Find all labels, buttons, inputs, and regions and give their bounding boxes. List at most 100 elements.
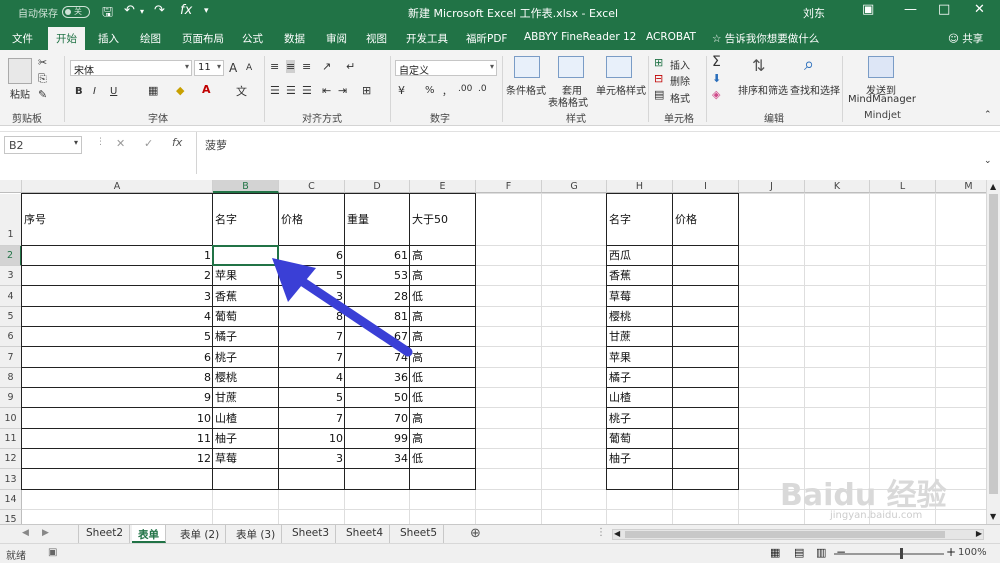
cell-flag[interactable]: 高 xyxy=(410,307,476,327)
sort-filter-label[interactable]: 排序和筛选 xyxy=(738,82,788,97)
increase-indent-icon[interactable]: ⇥ xyxy=(338,84,347,97)
cell-seq[interactable]: 1 xyxy=(22,246,213,266)
paste-label[interactable]: 粘贴 xyxy=(10,86,30,101)
cell-name[interactable]: 桃子 xyxy=(213,347,279,368)
cell-seq[interactable]: 10 xyxy=(22,408,213,429)
row-header-11[interactable]: 11 xyxy=(0,429,22,449)
number-format-select[interactable]: 自定义 ▾ xyxy=(395,60,497,77)
cell-seq[interactable]: 11 xyxy=(22,429,213,449)
lookup-cell-name[interactable]: 樱桃 xyxy=(607,307,673,327)
column-header-e[interactable]: E xyxy=(410,180,476,193)
cell-name[interactable]: 橘子 xyxy=(213,327,279,347)
page-layout-view-icon[interactable]: ▤ xyxy=(794,546,804,559)
row-header-15[interactable]: 15 xyxy=(0,510,22,524)
cell-name[interactable]: 山楂 xyxy=(213,408,279,429)
lookup-cell-name[interactable]: 香蕉 xyxy=(607,266,673,286)
cell-styles-icon[interactable] xyxy=(606,56,632,78)
cell-weight[interactable]: 34 xyxy=(345,449,410,469)
expand-formula-icon[interactable]: ⌄ xyxy=(984,156,992,166)
find-select-label[interactable]: 查找和选择 xyxy=(790,82,840,97)
currency-icon[interactable]: ¥ xyxy=(398,84,405,97)
row-header-14[interactable]: 14 xyxy=(0,490,22,510)
formula-input[interactable]: 菠萝 xyxy=(196,132,996,174)
format-cells-icon[interactable]: ▤ xyxy=(654,88,664,101)
scroll-right-icon[interactable]: ▶ xyxy=(976,529,982,538)
fill-handle[interactable] xyxy=(275,262,280,267)
decrease-indent-icon[interactable]: ⇤ xyxy=(322,84,331,97)
scroll-left-icon[interactable]: ◀ xyxy=(614,529,620,538)
sheet-tab[interactable]: Sheet5 xyxy=(394,525,445,543)
italic-button[interactable]: I xyxy=(93,86,96,97)
font-name-select[interactable]: 宋体 ▾ xyxy=(70,60,192,77)
row-header-1[interactable]: 1 xyxy=(0,194,22,246)
zoom-level[interactable]: 100% xyxy=(958,547,987,558)
vertical-scroll-thumb[interactable] xyxy=(989,194,998,494)
mindmanager-icon[interactable] xyxy=(868,56,894,78)
row-header-12[interactable]: 12 xyxy=(0,449,22,469)
column-header-g[interactable]: G xyxy=(542,180,607,193)
wrap-text-icon[interactable]: ↵ xyxy=(346,60,355,73)
save-icon[interactable]: 🖫 xyxy=(102,3,113,25)
cell-name[interactable]: 甘蔗 xyxy=(213,388,279,408)
cell-name[interactable]: 草莓 xyxy=(213,449,279,469)
cell-price[interactable]: 5 xyxy=(279,266,345,286)
tab-formulas[interactable]: 公式 xyxy=(242,31,263,46)
align-left-icon[interactable]: ☰ xyxy=(270,84,280,97)
find-select-icon[interactable]: ⌕ xyxy=(804,54,814,75)
tab-file[interactable]: 文件 xyxy=(12,31,33,46)
row-header-2[interactable]: 2 xyxy=(0,246,22,266)
cell-price[interactable]: 7 xyxy=(279,408,345,429)
tab-insert[interactable]: 插入 xyxy=(98,31,119,46)
lookup-cell-name[interactable]: 橘子 xyxy=(607,368,673,388)
cell-seq[interactable]: 12 xyxy=(22,449,213,469)
lookup-cell-name[interactable]: 苹果 xyxy=(607,347,673,368)
cell-flag[interactable]: 高 xyxy=(410,429,476,449)
cell-price[interactable]: 4 xyxy=(279,368,345,388)
cell-price[interactable]: 3 xyxy=(279,286,345,307)
minimize-icon[interactable]: — xyxy=(904,2,917,17)
cell-seq[interactable]: 8 xyxy=(22,368,213,388)
header-price[interactable]: 价格 xyxy=(279,194,345,246)
cell-seq[interactable]: 2 xyxy=(22,266,213,286)
lookup-cell-name[interactable]: 甘蔗 xyxy=(607,327,673,347)
cell-styles-label[interactable]: 单元格样式 xyxy=(596,82,646,97)
align-center-icon[interactable]: ☰ xyxy=(286,84,296,97)
row-header-13[interactable]: 13 xyxy=(0,469,22,490)
zoom-slider[interactable] xyxy=(834,553,944,555)
cell-seq[interactable]: 3 xyxy=(22,286,213,307)
sheet-tab[interactable]: Sheet4 xyxy=(340,525,391,543)
ribbon-display-icon[interactable]: ▣ xyxy=(862,2,874,17)
conditional-format-label[interactable]: 条件格式 xyxy=(506,82,546,97)
clear-icon[interactable]: ◈ xyxy=(712,88,720,101)
zoom-out-icon[interactable]: − xyxy=(836,545,846,559)
cell-weight[interactable]: 53 xyxy=(345,266,410,286)
share-button[interactable]: ☺ 共享 xyxy=(948,31,983,46)
zoom-in-icon[interactable]: + xyxy=(946,545,956,559)
cell-flag[interactable]: 高 xyxy=(410,246,476,266)
selected-cell-b2[interactable] xyxy=(212,245,279,266)
cell-flag[interactable]: 高 xyxy=(410,327,476,347)
fill-icon[interactable]: ⬇ xyxy=(712,72,721,85)
sort-filter-icon[interactable]: ⇅ xyxy=(752,56,765,75)
font-color-icon[interactable]: A xyxy=(202,83,211,96)
lookup-cell-name[interactable]: 柚子 xyxy=(607,449,673,469)
copy-icon[interactable]: ⎘ xyxy=(38,72,47,86)
column-header-a[interactable]: A xyxy=(22,180,213,193)
autosave-toggle[interactable]: 关 xyxy=(62,6,90,18)
tab-acrobat[interactable]: ACROBAT xyxy=(646,31,696,43)
column-header-c[interactable]: C xyxy=(279,180,345,193)
cell-flag[interactable]: 低 xyxy=(410,449,476,469)
maximize-icon[interactable]: □ xyxy=(938,2,950,17)
macro-record-icon[interactable]: ▣ xyxy=(48,547,57,558)
tab-developer[interactable]: 开发工具 xyxy=(406,31,448,46)
cell-weight[interactable]: 50 xyxy=(345,388,410,408)
bold-button[interactable]: B xyxy=(75,86,83,97)
merge-center-icon[interactable]: ⊞ xyxy=(362,84,371,97)
cell-flag[interactable]: 低 xyxy=(410,368,476,388)
lookup-cell-name[interactable]: 葡萄 xyxy=(607,429,673,449)
row-header-10[interactable]: 10 xyxy=(0,408,22,429)
cut-icon[interactable]: ✂ xyxy=(38,56,47,69)
mindmanager-label[interactable]: MindManager xyxy=(848,94,916,105)
insert-cells-icon[interactable]: ⊞ xyxy=(654,56,663,69)
cell-seq[interactable]: 5 xyxy=(22,327,213,347)
